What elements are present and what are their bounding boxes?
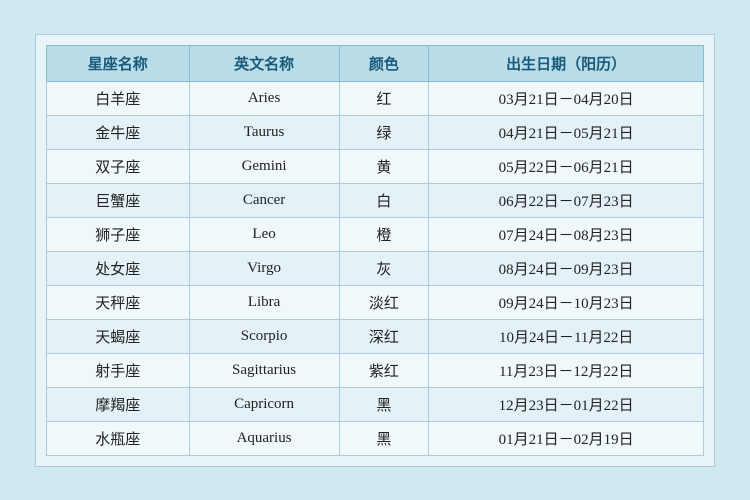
table-row: 天蝎座Scorpio深红10月24日－11月22日 [47,319,704,353]
cell-zh-name: 狮子座 [47,217,190,251]
table-row: 金牛座Taurus绿04月21日－05月21日 [47,115,704,149]
cell-color: 淡红 [339,285,429,319]
cell-en-name: Cancer [189,183,339,217]
cell-en-name: Aries [189,81,339,115]
table-row: 水瓶座Aquarius黑01月21日－02月19日 [47,421,704,455]
cell-en-name: Gemini [189,149,339,183]
cell-color: 红 [339,81,429,115]
cell-date: 03月21日－04月20日 [429,81,704,115]
cell-color: 黑 [339,421,429,455]
header-color: 颜色 [339,45,429,81]
header-zh-name: 星座名称 [47,45,190,81]
cell-color: 紫红 [339,353,429,387]
cell-en-name: Virgo [189,251,339,285]
cell-date: 09月24日－10月23日 [429,285,704,319]
cell-en-name: Sagittarius [189,353,339,387]
cell-date: 08月24日－09月23日 [429,251,704,285]
table-row: 狮子座Leo橙07月24日－08月23日 [47,217,704,251]
zodiac-table-wrapper: 星座名称 英文名称 颜色 出生日期（阳历） 白羊座Aries红03月21日－04… [35,34,715,467]
cell-en-name: Scorpio [189,319,339,353]
cell-date: 10月24日－11月22日 [429,319,704,353]
cell-zh-name: 巨蟹座 [47,183,190,217]
cell-en-name: Libra [189,285,339,319]
cell-color: 深红 [339,319,429,353]
cell-date: 05月22日－06月21日 [429,149,704,183]
cell-date: 06月22日－07月23日 [429,183,704,217]
table-row: 白羊座Aries红03月21日－04月20日 [47,81,704,115]
cell-zh-name: 处女座 [47,251,190,285]
cell-color: 黄 [339,149,429,183]
cell-zh-name: 水瓶座 [47,421,190,455]
table-row: 处女座Virgo灰08月24日－09月23日 [47,251,704,285]
cell-zh-name: 白羊座 [47,81,190,115]
cell-en-name: Aquarius [189,421,339,455]
zodiac-table: 星座名称 英文名称 颜色 出生日期（阳历） 白羊座Aries红03月21日－04… [46,45,704,456]
cell-zh-name: 天秤座 [47,285,190,319]
table-row: 巨蟹座Cancer白06月22日－07月23日 [47,183,704,217]
cell-date: 04月21日－05月21日 [429,115,704,149]
table-row: 射手座Sagittarius紫红11月23日－12月22日 [47,353,704,387]
cell-date: 12月23日－01月22日 [429,387,704,421]
header-en-name: 英文名称 [189,45,339,81]
cell-date: 11月23日－12月22日 [429,353,704,387]
table-row: 双子座Gemini黄05月22日－06月21日 [47,149,704,183]
cell-zh-name: 射手座 [47,353,190,387]
table-row: 摩羯座Capricorn黑12月23日－01月22日 [47,387,704,421]
cell-zh-name: 摩羯座 [47,387,190,421]
cell-en-name: Leo [189,217,339,251]
table-row: 天秤座Libra淡红09月24日－10月23日 [47,285,704,319]
cell-date: 01月21日－02月19日 [429,421,704,455]
cell-zh-name: 双子座 [47,149,190,183]
cell-en-name: Capricorn [189,387,339,421]
cell-color: 灰 [339,251,429,285]
table-header-row: 星座名称 英文名称 颜色 出生日期（阳历） [47,45,704,81]
cell-en-name: Taurus [189,115,339,149]
cell-zh-name: 金牛座 [47,115,190,149]
cell-color: 黑 [339,387,429,421]
cell-date: 07月24日－08月23日 [429,217,704,251]
cell-color: 绿 [339,115,429,149]
header-date: 出生日期（阳历） [429,45,704,81]
cell-color: 橙 [339,217,429,251]
cell-zh-name: 天蝎座 [47,319,190,353]
cell-color: 白 [339,183,429,217]
